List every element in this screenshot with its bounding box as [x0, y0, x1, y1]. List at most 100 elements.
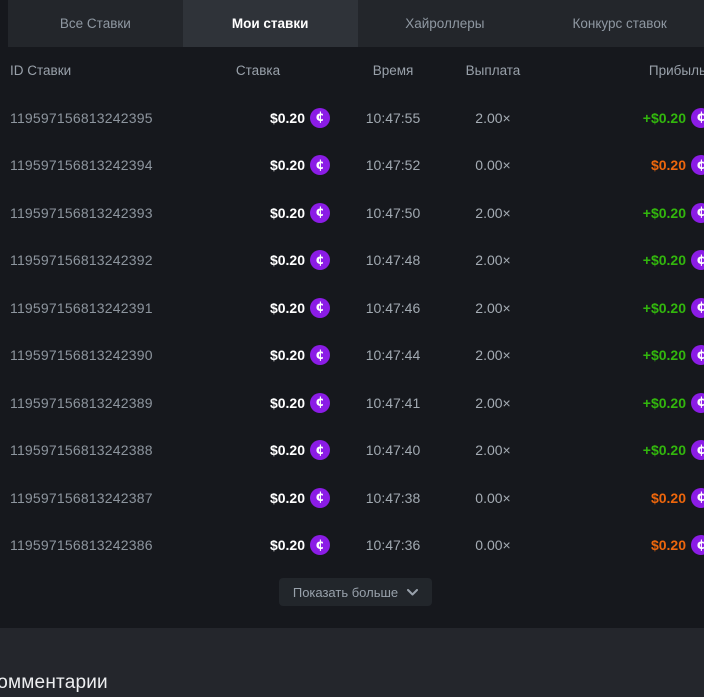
payout-cell: 0.00× [456, 157, 530, 173]
table-row[interactable]: 119597156813242392 $0.20 ¢ 10:47:48 2.00… [0, 237, 704, 285]
profit-value: +$0.20 [643, 442, 686, 458]
bet-time-cell: 10:47:46 [330, 300, 456, 316]
tab-label: Все Ставки [60, 16, 131, 31]
cent-coin-icon: ¢ [310, 393, 330, 413]
header-bet: Ставка [186, 63, 330, 78]
bet-amount-value: $0.20 [270, 490, 305, 506]
payout-cell: 2.00× [456, 395, 530, 411]
chevron-down-icon [407, 589, 418, 596]
cent-coin-icon: ¢ [310, 155, 330, 175]
cent-coin-icon: ¢ [691, 298, 704, 318]
profit-cell: +$0.20 ¢ [530, 250, 704, 270]
profit-value: +$0.20 [643, 110, 686, 126]
table-row[interactable]: 119597156813242388 $0.20 ¢ 10:47:40 2.00… [0, 427, 704, 475]
bet-time-cell: 10:47:36 [330, 537, 456, 553]
cent-coin-icon: ¢ [310, 250, 330, 270]
tab-high-rollers[interactable]: Хайроллеры [358, 0, 533, 47]
table-body: 119597156813242395 $0.20 ¢ 10:47:55 2.00… [0, 94, 704, 569]
bet-amount-cell: $0.20 ¢ [186, 298, 330, 318]
bet-id-cell: 119597156813242393 [0, 205, 186, 221]
table-row[interactable]: 119597156813242387 $0.20 ¢ 10:47:38 0.00… [0, 474, 704, 522]
profit-cell: $0.20 ¢ [530, 155, 704, 175]
table-row[interactable]: 119597156813242390 $0.20 ¢ 10:47:44 2.00… [0, 332, 704, 380]
profit-cell: +$0.20 ¢ [530, 108, 704, 128]
bets-table: ID Ставки Ставка Время Выплата Прибыль 1… [0, 47, 704, 606]
profit-cell: +$0.20 ¢ [530, 393, 704, 413]
cent-coin-icon: ¢ [691, 155, 704, 175]
bet-amount-value: $0.20 [270, 395, 305, 411]
cent-coin-icon: ¢ [310, 203, 330, 223]
bet-amount-cell: $0.20 ¢ [186, 155, 330, 175]
show-more-button[interactable]: Показать больше [279, 578, 432, 606]
table-row[interactable]: 119597156813242391 $0.20 ¢ 10:47:46 2.00… [0, 284, 704, 332]
bet-amount-value: $0.20 [270, 442, 305, 458]
bet-amount-value: $0.20 [270, 347, 305, 363]
bet-amount-cell: $0.20 ¢ [186, 488, 330, 508]
bet-amount-cell: $0.20 ¢ [186, 108, 330, 128]
bet-amount-cell: $0.20 ¢ [186, 345, 330, 365]
tab-label: Хайроллеры [405, 16, 484, 31]
payout-cell: 2.00× [456, 110, 530, 126]
tab-label: Мои ставки [232, 16, 309, 31]
profit-cell: +$0.20 ¢ [530, 203, 704, 223]
table-row[interactable]: 119597156813242394 $0.20 ¢ 10:47:52 0.00… [0, 142, 704, 190]
profit-value: +$0.20 [643, 347, 686, 363]
cent-coin-icon: ¢ [691, 393, 704, 413]
cent-coin-icon: ¢ [691, 535, 704, 555]
show-more-container: Показать больше [0, 578, 704, 606]
bet-amount-cell: $0.20 ¢ [186, 203, 330, 223]
profit-cell: +$0.20 ¢ [530, 345, 704, 365]
bet-id-cell: 119597156813242388 [0, 442, 186, 458]
cent-coin-icon: ¢ [310, 488, 330, 508]
profit-value: +$0.20 [643, 252, 686, 268]
bet-amount-cell: $0.20 ¢ [186, 535, 330, 555]
bet-amount-value: $0.20 [270, 252, 305, 268]
tab-bet-contest[interactable]: Конкурс ставок [532, 0, 704, 47]
bet-id-cell: 119597156813242389 [0, 395, 186, 411]
header-time: Время [330, 63, 456, 78]
table-row[interactable]: 119597156813242389 $0.20 ¢ 10:47:41 2.00… [0, 379, 704, 427]
bet-amount-cell: $0.20 ¢ [186, 250, 330, 270]
bet-amount-cell: $0.20 ¢ [186, 440, 330, 460]
comments-heading: Комментарии [0, 672, 704, 694]
header-profit: Прибыль [530, 63, 704, 78]
bet-time-cell: 10:47:38 [330, 490, 456, 506]
bet-id-cell: 119597156813242387 [0, 490, 186, 506]
cent-coin-icon: ¢ [691, 108, 704, 128]
cent-coin-icon: ¢ [310, 345, 330, 365]
table-row[interactable]: 119597156813242393 $0.20 ¢ 10:47:50 2.00… [0, 189, 704, 237]
bet-amount-value: $0.20 [270, 205, 305, 221]
bet-amount-value: $0.20 [270, 537, 305, 553]
bet-time-cell: 10:47:41 [330, 395, 456, 411]
bets-panel: Все Ставки Мои ставки Хайроллеры Конкурс… [0, 0, 704, 697]
cent-coin-icon: ¢ [310, 535, 330, 555]
profit-value: +$0.20 [643, 300, 686, 316]
profit-value: +$0.20 [643, 395, 686, 411]
payout-cell: 2.00× [456, 205, 530, 221]
payout-cell: 2.00× [456, 252, 530, 268]
cent-coin-icon: ¢ [310, 298, 330, 318]
bet-time-cell: 10:47:48 [330, 252, 456, 268]
cent-coin-icon: ¢ [691, 203, 704, 223]
table-row[interactable]: 119597156813242386 $0.20 ¢ 10:47:36 0.00… [0, 522, 704, 570]
comments-section: Комментарии [0, 628, 704, 697]
cent-coin-icon: ¢ [691, 440, 704, 460]
bet-time-cell: 10:47:40 [330, 442, 456, 458]
profit-cell: $0.20 ¢ [530, 535, 704, 555]
bets-tabbar: Все Ставки Мои ставки Хайроллеры Конкурс… [8, 0, 704, 47]
bet-id-cell: 119597156813242391 [0, 300, 186, 316]
cent-coin-icon: ¢ [310, 108, 330, 128]
tab-my-bets[interactable]: Мои ставки [183, 0, 358, 47]
bet-time-cell: 10:47:55 [330, 110, 456, 126]
profit-value: +$0.20 [643, 205, 686, 221]
table-header-row: ID Ставки Ставка Время Выплата Прибыль [0, 47, 704, 94]
payout-cell: 2.00× [456, 442, 530, 458]
show-more-label: Показать больше [293, 585, 398, 600]
table-row[interactable]: 119597156813242395 $0.20 ¢ 10:47:55 2.00… [0, 94, 704, 142]
profit-value: $0.20 [651, 490, 686, 506]
tab-all-bets[interactable]: Все Ставки [8, 0, 183, 47]
payout-cell: 0.00× [456, 490, 530, 506]
payout-cell: 2.00× [456, 347, 530, 363]
bet-id-cell: 119597156813242390 [0, 347, 186, 363]
cent-coin-icon: ¢ [691, 250, 704, 270]
